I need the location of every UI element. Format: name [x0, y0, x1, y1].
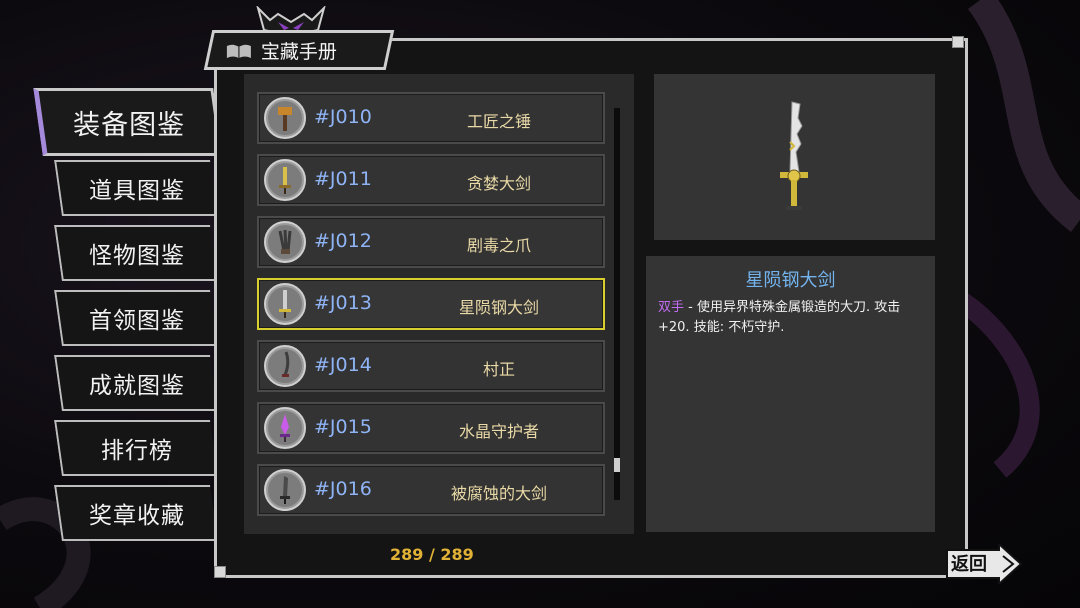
katana-icon — [264, 345, 306, 387]
tab-achievements[interactable]: 成就图鉴 — [54, 355, 218, 411]
list-item[interactable]: #J014 村正 — [257, 340, 605, 392]
item-name: 剧毒之爪 — [466, 236, 531, 255]
item-name: 星陨钢大剑 — [458, 298, 539, 317]
scrollbar[interactable] — [614, 108, 620, 500]
frame-corner — [952, 36, 964, 48]
item-code: #J013 — [314, 292, 372, 314]
back-button[interactable]: 返回 — [943, 541, 1023, 587]
detail-text: - 使用异界特殊金属锻造的大刀. 攻击+20. 技能: 不朽守护. — [658, 300, 901, 335]
item-name: 贪婪大剑 — [466, 174, 531, 193]
item-code: #J010 — [314, 106, 372, 128]
detail-description: 双手 - 使用异界特殊金属锻造的大刀. 攻击+20. 技能: 不朽守护. — [658, 298, 926, 338]
list-item[interactable]: #J016 被腐蚀的大剑 — [257, 464, 605, 516]
scrollbar-thumb[interactable] — [614, 458, 620, 472]
list-item[interactable]: #J015 水晶守护者 — [257, 402, 605, 454]
detail-keyword: 双手 — [658, 300, 685, 315]
list-item[interactable]: #J011 贪婪大剑 — [257, 154, 605, 206]
tab-medals[interactable]: 奖章收藏 — [54, 485, 218, 541]
item-preview — [654, 74, 935, 240]
greatsword-icon — [264, 283, 306, 325]
item-name: 被腐蚀的大剑 — [450, 484, 547, 503]
book-wings-icon — [227, 43, 251, 57]
frame-corner — [214, 566, 226, 578]
panel-title-tab: 宝藏手册 — [203, 30, 395, 70]
item-code: #J015 — [314, 416, 372, 438]
greatsword-icon — [264, 159, 306, 201]
tab-bosses[interactable]: 首领图鉴 — [54, 290, 218, 346]
item-name: 水晶守护者 — [458, 422, 539, 441]
list-item-selected[interactable]: #J013 星陨钢大剑 — [257, 278, 605, 330]
item-code: #J011 — [314, 168, 372, 190]
item-name: 工匠之锤 — [466, 112, 531, 131]
hammer-icon — [264, 97, 306, 139]
tab-monsters[interactable]: 怪物图鉴 — [54, 225, 218, 281]
list-item[interactable]: #J010 工匠之锤 — [257, 92, 605, 144]
tab-equipment[interactable]: 装备图鉴 — [33, 88, 223, 156]
back-button-label: 返回 — [951, 554, 987, 575]
item-name: 村正 — [482, 360, 515, 379]
collection-count: 289 / 289 — [390, 545, 474, 564]
list-item[interactable]: #J012 剧毒之爪 — [257, 216, 605, 268]
tab-items[interactable]: 道具图鉴 — [54, 160, 218, 216]
item-detail: 星陨钢大剑 双手 - 使用异界特殊金属锻造的大刀. 攻击+20. 技能: 不朽守… — [646, 256, 935, 532]
detail-title: 星陨钢大剑 — [745, 270, 836, 291]
crystal-sword-icon — [264, 407, 306, 449]
item-code: #J014 — [314, 354, 372, 376]
item-code: #J016 — [314, 478, 372, 500]
panel-title: 宝藏手册 — [261, 40, 338, 63]
tab-leaderboard[interactable]: 排行榜 — [54, 420, 218, 476]
greatsword-icon — [264, 469, 306, 511]
greatsword-icon — [780, 101, 808, 210]
claw-icon — [264, 221, 306, 263]
item-code: #J012 — [314, 230, 372, 252]
